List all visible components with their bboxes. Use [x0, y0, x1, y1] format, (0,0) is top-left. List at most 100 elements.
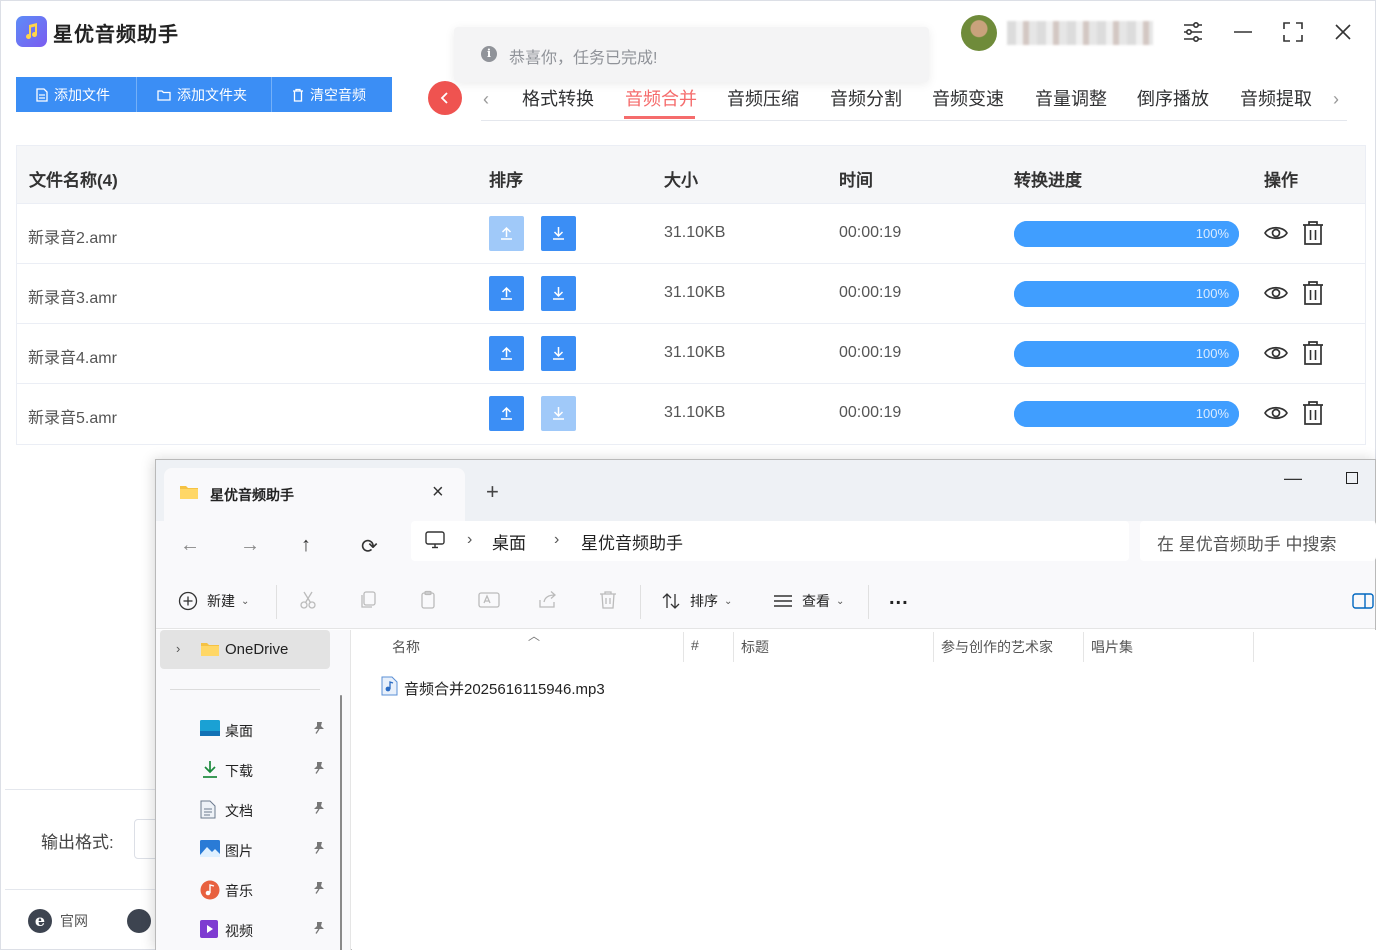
forward-icon[interactable]: → [240, 534, 260, 557]
tab-audio-split[interactable]: 音频分割 [830, 85, 902, 111]
close-tab-icon[interactable]: × [432, 481, 444, 504]
address-bar[interactable]: › 桌面 › 星优音频助手 [411, 521, 1129, 561]
folder-icon [157, 89, 171, 101]
pin-icon[interactable] [313, 881, 325, 899]
tab-audio-merge[interactable]: 音频合并 [625, 85, 697, 111]
toast-message: 恭喜你，任务已完成! [509, 50, 658, 67]
active-tab-indicator [624, 116, 695, 119]
move-up-button[interactable] [489, 396, 524, 431]
pin-icon[interactable] [313, 801, 325, 819]
command-bar: 新建 ⌄ 排序 ⌄ 查看 ⌄ ... [156, 571, 1375, 629]
audio-file-icon [381, 676, 398, 696]
success-toast: i 恭喜你，任务已完成! [454, 27, 929, 82]
user-avatar[interactable] [961, 15, 997, 51]
explorer-tab[interactable]: 星优音频助手 × [164, 468, 465, 521]
tab-audio-compress[interactable]: 音频压缩 [727, 85, 799, 111]
col-sort: 排序 [489, 171, 523, 190]
delete-trash-icon[interactable] [1301, 400, 1325, 431]
move-down-button[interactable] [541, 396, 576, 431]
tab-reverse-play[interactable]: 倒序播放 [1137, 85, 1209, 111]
nav-scrollbar[interactable] [340, 695, 342, 950]
pin-icon[interactable] [313, 721, 325, 739]
add-file-button[interactable]: 添加文件 [16, 77, 137, 112]
move-down-button[interactable] [541, 336, 576, 371]
tab-volume-adjust[interactable]: 音量调整 [1035, 85, 1107, 111]
settings-icon[interactable] [1178, 17, 1208, 47]
delete-trash-icon[interactable] [1301, 340, 1325, 371]
address-bar-row: ← → ↑ ⟳ › 桌面 › 星优音频助手 在 星优音频助手 中搜索 [156, 521, 1376, 571]
share-icon[interactable] [538, 590, 558, 610]
new-button[interactable]: 新建 ⌄ [178, 591, 249, 611]
pin-icon[interactable] [313, 761, 325, 779]
move-up-button[interactable] [489, 276, 524, 311]
tab-format-convert[interactable]: 格式转换 [522, 85, 594, 111]
maximize-icon[interactable] [1278, 17, 1308, 47]
move-down-button[interactable] [541, 216, 576, 251]
delete-trash-icon[interactable] [1301, 220, 1325, 251]
details-pane-icon[interactable] [1352, 593, 1374, 609]
tab-audio-speed[interactable]: 音频变速 [932, 85, 1004, 111]
new-label: 新建 [207, 593, 235, 609]
refresh-icon[interactable]: ⟳ [361, 534, 378, 559]
collapse-button[interactable] [428, 81, 462, 115]
quick-access-item[interactable]: 下载 [196, 755, 331, 785]
nav-item-onedrive[interactable]: › OneDrive [160, 630, 330, 669]
maximize-icon[interactable] [1346, 472, 1358, 484]
search-box[interactable]: 在 星优音频助手 中搜索 [1140, 521, 1376, 561]
quick-access-item[interactable]: 图片 [196, 835, 331, 865]
view-button[interactable]: 查看 ⌄ [773, 591, 844, 611]
col-album[interactable]: 唱片集 [1091, 637, 1133, 657]
more-options-button[interactable]: ... [889, 587, 909, 610]
cut-icon[interactable] [298, 590, 318, 610]
progress-bar: 100% [1014, 401, 1239, 427]
pin-icon[interactable] [313, 841, 325, 859]
rename-icon[interactable] [478, 590, 500, 610]
quick-access-item[interactable]: 文档 [196, 795, 331, 825]
up-icon[interactable]: ↑ [301, 534, 311, 557]
user-name-blurred[interactable] [1007, 21, 1153, 45]
col-filename: 文件名称(4) [29, 171, 118, 190]
breadcrumb-folder[interactable]: 星优音频助手 [581, 529, 683, 554]
progress-label: 100% [1195, 226, 1229, 241]
sort-button[interactable]: 排序 ⌄ [661, 591, 732, 611]
trash-icon [293, 88, 303, 102]
quick-access-item[interactable]: 桌面 [196, 715, 331, 745]
col-artists[interactable]: 参与创作的艺术家 [941, 637, 1053, 657]
delete-trash-icon[interactable] [1301, 280, 1325, 311]
add-folder-button[interactable]: 添加文件夹 [137, 77, 272, 112]
move-up-button[interactable] [489, 216, 524, 251]
tabs-prev-icon[interactable]: ‹ [483, 89, 489, 110]
pin-icon[interactable] [313, 921, 325, 939]
quick-access-item[interactable]: 音乐 [196, 875, 331, 905]
chat-icon[interactable] [127, 909, 151, 933]
preview-eye-icon[interactable] [1263, 340, 1289, 371]
app-logo-icon [16, 16, 47, 47]
preview-eye-icon[interactable] [1263, 400, 1289, 431]
close-icon[interactable] [1328, 17, 1358, 47]
back-icon[interactable]: ← [180, 534, 200, 557]
breadcrumb-desktop[interactable]: 桌面 [492, 529, 526, 554]
col-name[interactable]: 名称 [392, 637, 420, 657]
move-down-button[interactable] [541, 276, 576, 311]
col-title[interactable]: 标题 [741, 637, 769, 657]
desktop-icon [200, 720, 220, 741]
chevron-right-icon: › [467, 531, 473, 548]
tabs-next-icon[interactable]: › [1333, 89, 1339, 110]
preview-eye-icon[interactable] [1263, 220, 1289, 251]
table-row: 新录音3.amr 31.10KB 00:00:19 100% [17, 264, 1365, 324]
copy-icon[interactable] [358, 590, 378, 610]
col-track-number[interactable]: # [691, 637, 699, 653]
official-site-link[interactable]: e 官网 [28, 909, 88, 933]
clear-audio-button[interactable]: 清空音频 [272, 77, 392, 112]
preview-eye-icon[interactable] [1263, 280, 1289, 311]
minimize-icon[interactable] [1228, 17, 1258, 47]
progress-label: 100% [1195, 346, 1229, 361]
paste-icon[interactable] [418, 590, 438, 610]
move-up-button[interactable] [489, 336, 524, 371]
tab-audio-extract[interactable]: 音频提取 [1240, 85, 1312, 111]
quick-access-item[interactable]: 视频 [196, 915, 331, 945]
row-time: 00:00:19 [839, 344, 902, 361]
minimize-icon[interactable]: — [1284, 468, 1302, 489]
delete-icon[interactable] [598, 590, 618, 610]
new-tab-icon[interactable]: + [486, 479, 499, 505]
